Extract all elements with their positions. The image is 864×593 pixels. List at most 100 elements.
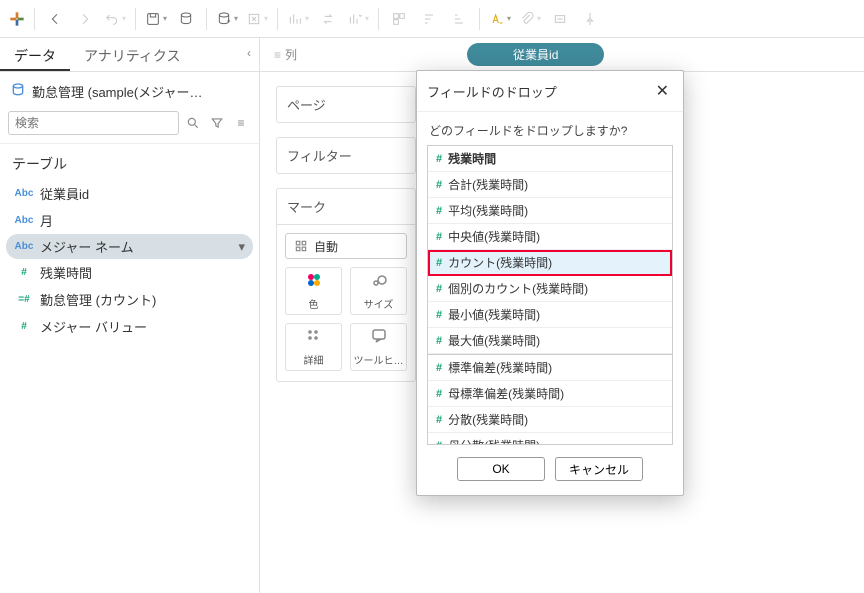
number-icon: # — [436, 414, 442, 426]
back-button[interactable] — [41, 5, 69, 33]
dialog-option[interactable]: #標準偏差(残業時間) — [428, 354, 672, 381]
ok-button[interactable]: OK — [457, 457, 545, 481]
option-label: 最小値(残業時間) — [448, 306, 540, 323]
field-label: 従業員id — [40, 184, 89, 203]
tab-analytics[interactable]: アナリティクス — [70, 38, 194, 71]
drop-field-dialog: フィールドのドロップ ✕ どのフィールドをドロップしますか? #残業時間#合計(… — [416, 70, 684, 496]
mark-detail[interactable]: 詳細 — [285, 323, 342, 371]
number-icon: # — [14, 267, 34, 278]
dialog-option[interactable]: #平均(残業時間) — [428, 198, 672, 224]
dialog-option[interactable]: #合計(残業時間) — [428, 172, 672, 198]
dialog-option[interactable]: #カウント(残業時間) — [428, 250, 672, 276]
data-pane: データ アナリティクス ‹ 勤怠管理 (sample(メジャー… ≡ テーブル … — [0, 38, 260, 593]
swap-button[interactable] — [314, 5, 342, 33]
detail-icon — [305, 327, 323, 350]
toolbar — [0, 0, 864, 38]
chart-type-button[interactable] — [284, 5, 312, 33]
option-label: 最大値(残業時間) — [448, 332, 540, 349]
dialog-option[interactable]: #母分散(残業時間) — [428, 433, 672, 445]
chevron-down-icon[interactable]: ▾ — [238, 239, 245, 255]
clear-button[interactable] — [243, 5, 271, 33]
mark-label: サイズ — [364, 296, 394, 311]
dialog-option[interactable]: # 個別のカウント(残業時間) — [428, 276, 672, 302]
dialog-option[interactable]: # 分散(残業時間) — [428, 407, 672, 433]
field-employee-id[interactable]: Abc 従業員id — [6, 180, 253, 207]
filter-icon[interactable] — [207, 113, 227, 133]
datasource-row[interactable]: 勤怠管理 (sample(メジャー… — [0, 72, 259, 107]
label-button[interactable] — [546, 5, 574, 33]
marks-card: マーク 自動 色 サイズ 詳細 ツールヒ… — [276, 188, 416, 382]
mark-type-select[interactable]: 自動 — [285, 233, 407, 259]
option-label: 合計(残業時間) — [448, 176, 528, 193]
field-attendance-count[interactable]: =#勤怠管理 (カウント) — [6, 286, 253, 313]
pages-shelf[interactable]: ページ — [276, 86, 416, 123]
new-data-button[interactable] — [172, 5, 200, 33]
number-icon: # — [436, 153, 442, 165]
dialog-option[interactable]: #中央値(残業時間) — [428, 224, 672, 250]
separator — [479, 8, 480, 30]
size-icon — [370, 271, 388, 294]
field-overtime[interactable]: # 残業時間 — [6, 259, 253, 286]
separator — [378, 8, 379, 30]
separator — [206, 8, 207, 30]
option-label: 分散(残業時間) — [448, 411, 528, 428]
sort-asc-button[interactable] — [344, 5, 372, 33]
close-icon[interactable]: ✕ — [652, 79, 673, 103]
number-icon: # — [436, 257, 442, 269]
field-measure-values[interactable]: #メジャー バリュー — [6, 313, 253, 340]
mark-tooltip[interactable]: ツールヒ… — [350, 323, 407, 371]
field-label: メジャー バリュー — [40, 317, 147, 336]
pane-tabs: データ アナリティクス ‹ — [0, 38, 259, 72]
search-icon[interactable] — [183, 113, 203, 133]
tab-data[interactable]: データ — [0, 38, 70, 71]
app-logo[interactable] — [6, 8, 28, 30]
filters-title: フィルター — [277, 138, 415, 173]
option-label: 標準偏差(残業時間) — [448, 359, 552, 376]
option-label: 個別のカウント(残業時間) — [448, 280, 588, 297]
tooltip-icon — [370, 327, 388, 350]
cancel-button[interactable]: キャンセル — [555, 457, 643, 481]
pin-button[interactable] — [576, 5, 604, 33]
dialog-option[interactable]: #残業時間 — [428, 146, 672, 172]
attach-button[interactable] — [516, 5, 544, 33]
dialog-option[interactable]: #母標準偏差(残業時間) — [428, 381, 672, 407]
fields-menu-icon[interactable]: ≡ — [231, 113, 251, 133]
number-icon: # — [436, 231, 442, 243]
sort-asc2-button[interactable] — [445, 5, 473, 33]
highlight-button[interactable] — [486, 5, 514, 33]
separator — [135, 8, 136, 30]
collapse-pane-icon[interactable]: ‹ — [239, 38, 259, 71]
field-label: 月 — [40, 211, 53, 230]
search-input[interactable] — [8, 111, 179, 135]
mark-buttons: 色 サイズ 詳細 ツールヒ… — [277, 267, 415, 381]
field-label: メジャー ネーム — [40, 237, 134, 256]
mark-color[interactable]: 色 — [285, 267, 342, 315]
abc-icon: Abc — [14, 188, 34, 199]
save-button[interactable] — [142, 5, 170, 33]
color-icon — [305, 271, 323, 294]
marks-title: マーク — [277, 189, 415, 225]
option-label: 母分散(残業時間) — [448, 437, 540, 445]
dialog-titlebar: フィールドのドロップ ✕ — [417, 71, 683, 112]
dialog-option[interactable]: #最大値(残業時間) — [428, 328, 672, 354]
number-icon: # — [436, 283, 442, 295]
search-row: ≡ — [0, 107, 259, 144]
group-button[interactable] — [385, 5, 413, 33]
mark-type-label: 自動 — [314, 238, 338, 255]
field-label: 残業時間 — [40, 263, 92, 282]
mark-label: 色 — [309, 296, 319, 311]
sort-desc-button[interactable] — [415, 5, 443, 33]
undo-redo-button[interactable] — [101, 5, 129, 33]
mark-size[interactable]: サイズ — [350, 267, 407, 315]
dialog-option[interactable]: #最小値(残業時間) — [428, 302, 672, 328]
dialog-buttons: OK キャンセル — [417, 445, 683, 495]
separator — [277, 8, 278, 30]
new-worksheet-button[interactable] — [213, 5, 241, 33]
filters-shelf[interactable]: フィルター — [276, 137, 416, 174]
field-measure-names[interactable]: Abc メジャー ネーム ▾ — [6, 234, 253, 259]
forward-button[interactable] — [71, 5, 99, 33]
number-icon: # — [436, 388, 442, 400]
datasource-icon — [10, 82, 26, 101]
field-month[interactable]: Abc月 — [6, 207, 253, 234]
abc-icon: Abc — [14, 241, 34, 252]
